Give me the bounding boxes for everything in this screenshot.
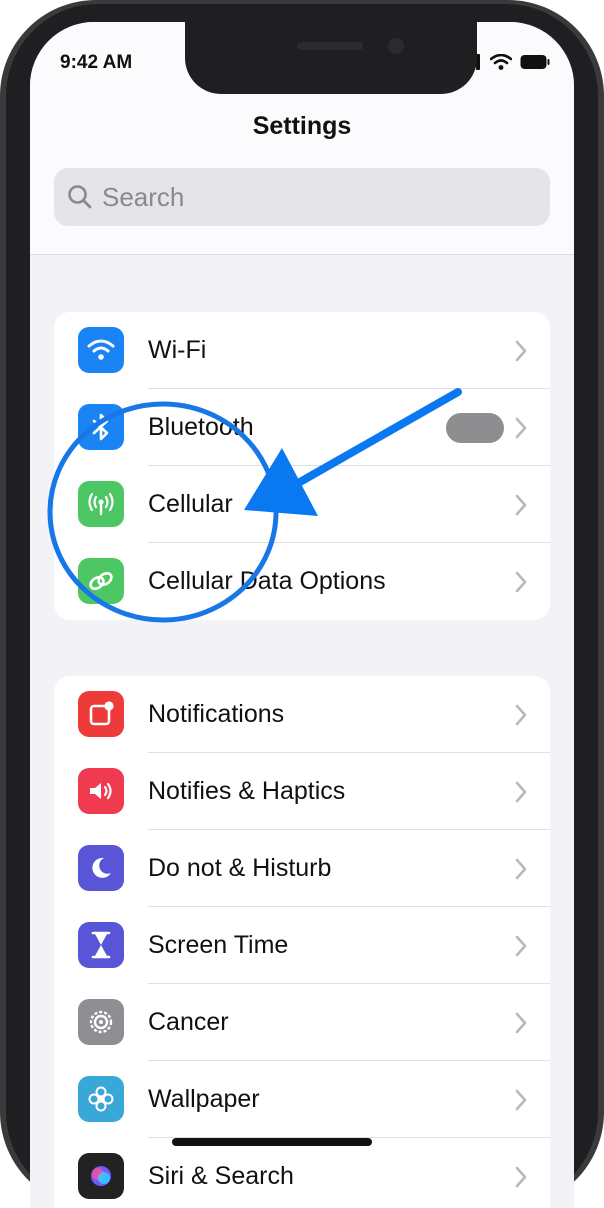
chevron-right-icon [515, 704, 527, 726]
search-icon [68, 185, 92, 209]
chevron-right-icon [515, 935, 527, 957]
search-input[interactable]: Search [54, 168, 550, 226]
notification-badge-icon [78, 691, 124, 737]
phone-frame: 9:42 AM Settings Search Wi-Fi Bluetooth … [0, 0, 604, 1208]
front-camera [388, 38, 404, 54]
home-indicator[interactable] [172, 1138, 372, 1146]
page-title: Settings [252, 112, 352, 140]
bluetooth-icon [78, 404, 124, 450]
settings-row-cellular[interactable]: Cellular [54, 466, 550, 543]
status-time: 9:42 AM [60, 52, 133, 73]
settings-row-bluetooth[interactable]: Bluetooth [54, 389, 550, 466]
battery-icon [520, 55, 550, 69]
settings-row-screen-time[interactable]: Screen Time [54, 907, 550, 984]
settings-row-siri-search[interactable]: Siri & Search [54, 1138, 550, 1208]
settings-row-label: Cellular Data Options [148, 567, 386, 595]
chevron-right-icon [515, 340, 527, 362]
bluetooth-toggle[interactable] [446, 413, 504, 443]
settings-row-label: Cellular [148, 490, 233, 518]
flower-icon [78, 1076, 124, 1122]
settings-row-label: Wi-Fi [148, 336, 207, 364]
chevron-right-icon [515, 494, 527, 516]
chevron-right-icon [515, 1166, 527, 1188]
chain-link-icon [78, 558, 124, 604]
settings-row-label: Screen Time [148, 931, 289, 959]
settings-row-notifications[interactable]: Notifications [54, 676, 550, 753]
settings-row-do-not-disturb[interactable]: Do not & Histurb [54, 830, 550, 907]
settings-row-label: Wallpaper [148, 1085, 260, 1113]
earpiece-speaker [297, 42, 363, 50]
settings-row-label: Notifications [148, 700, 285, 728]
chevron-right-icon [515, 1089, 527, 1111]
notch [185, 22, 477, 94]
settings-row-label: Notifies & Haptics [148, 777, 346, 805]
hourglass-icon [78, 922, 124, 968]
settings-row-cellular-data-options[interactable]: Cellular Data Options [54, 543, 550, 620]
chevron-right-icon [515, 1012, 527, 1034]
settings-row-sounds-haptics[interactable]: Notifies & Haptics [54, 753, 550, 830]
wifi-icon [78, 327, 124, 373]
chevron-right-icon [515, 781, 527, 803]
settings-row-label: Bluetooth [148, 413, 254, 441]
chevron-right-icon [515, 417, 527, 439]
chevron-right-icon [515, 571, 527, 593]
siri-icon [78, 1153, 124, 1199]
settings-row-wallpaper[interactable]: Wallpaper [54, 1061, 550, 1138]
chevron-right-icon [515, 858, 527, 880]
moon-icon [78, 845, 124, 891]
settings-row-label: Cancer [148, 1008, 229, 1036]
wifi-status-icon [490, 54, 512, 70]
connectivity-group: Wi-Fi Bluetooth Cellular Cellular Data O… [54, 312, 550, 620]
general-settings-group: Notifications Notifies & Haptics Do not … [54, 676, 550, 1208]
settings-row-label: Do not & Histurb [148, 854, 332, 882]
speaker-icon [78, 768, 124, 814]
settings-row-label: Siri & Search [148, 1162, 294, 1190]
settings-row-general[interactable]: Cancer [54, 984, 550, 1061]
settings-screen: 9:42 AM Settings Search Wi-Fi Bluetooth … [30, 22, 574, 1208]
settings-row-wifi[interactable]: Wi-Fi [54, 312, 550, 389]
gear-icon [78, 999, 124, 1045]
search-placeholder: Search [102, 181, 185, 212]
antenna-icon [78, 481, 124, 527]
